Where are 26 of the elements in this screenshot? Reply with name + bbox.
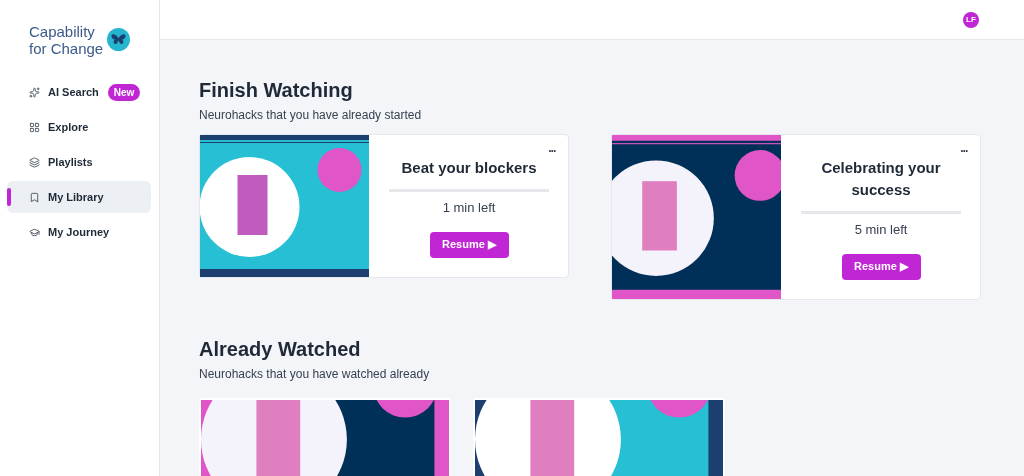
user-avatar[interactable]: LF bbox=[963, 11, 979, 28]
bookmark-icon bbox=[29, 191, 40, 203]
card-title: Beat your blockers bbox=[400, 158, 538, 178]
sidebar-item[interactable]: AI Search New bbox=[7, 76, 151, 108]
section-title: Finish Watching bbox=[199, 78, 354, 102]
time-left: 5 min left bbox=[854, 221, 908, 239]
butterfly-logo-icon bbox=[107, 28, 131, 51]
section-subtitle: Neurohacks that you have already started bbox=[199, 107, 423, 124]
time-left: 1 min left bbox=[442, 199, 496, 217]
section-subtitle: Neurohacks that you have watched already bbox=[199, 366, 431, 383]
layers-icon bbox=[29, 156, 40, 168]
logo-text: Capability bbox=[29, 22, 96, 40]
logo-text: for Change bbox=[29, 39, 104, 57]
card-title: Celebrating your success bbox=[820, 158, 942, 200]
sidebar-item[interactable]: Explore bbox=[7, 111, 151, 143]
section-title: Already Watched bbox=[199, 337, 362, 361]
sparkles-icon bbox=[29, 86, 40, 98]
sidebar-item[interactable]: My Journey bbox=[7, 216, 151, 248]
sidebar-item[interactable]: Playlists bbox=[7, 146, 151, 178]
active-indicator bbox=[7, 188, 11, 206]
resume-button[interactable]: Resume ▶ bbox=[841, 253, 921, 280]
resume-button[interactable]: Resume ▶ bbox=[429, 231, 509, 258]
sidebar-item[interactable]: My Library bbox=[7, 181, 151, 213]
new-badge: New bbox=[107, 83, 141, 101]
grid-icon bbox=[29, 121, 40, 133]
graduation-cap-icon bbox=[29, 226, 40, 238]
